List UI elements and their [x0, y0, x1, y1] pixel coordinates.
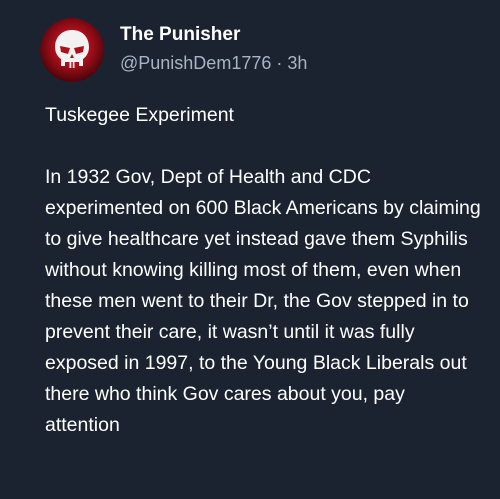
- separator-dot: ·: [276, 53, 283, 73]
- post-card: The Punisher @PunishDem1776 · 3h Tuskege…: [0, 0, 500, 499]
- post-title: Tuskegee Experiment: [45, 104, 234, 126]
- avatar[interactable]: [40, 18, 104, 82]
- post-content: Tuskegee Experiment In 1932 Gov, Dept of…: [45, 100, 485, 441]
- post-timestamp[interactable]: 3h: [287, 53, 307, 73]
- user-handle[interactable]: @PunishDem1776: [120, 53, 271, 73]
- post-body: In 1932 Gov, Dept of Health and CDC expe…: [45, 166, 481, 436]
- punisher-skull-icon: [40, 18, 104, 82]
- author-meta: The Punisher @PunishDem1776 · 3h: [120, 22, 307, 76]
- post-header: The Punisher @PunishDem1776 · 3h: [40, 18, 307, 82]
- display-name[interactable]: The Punisher: [120, 22, 307, 48]
- handle-line: @PunishDem1776 · 3h: [120, 50, 307, 76]
